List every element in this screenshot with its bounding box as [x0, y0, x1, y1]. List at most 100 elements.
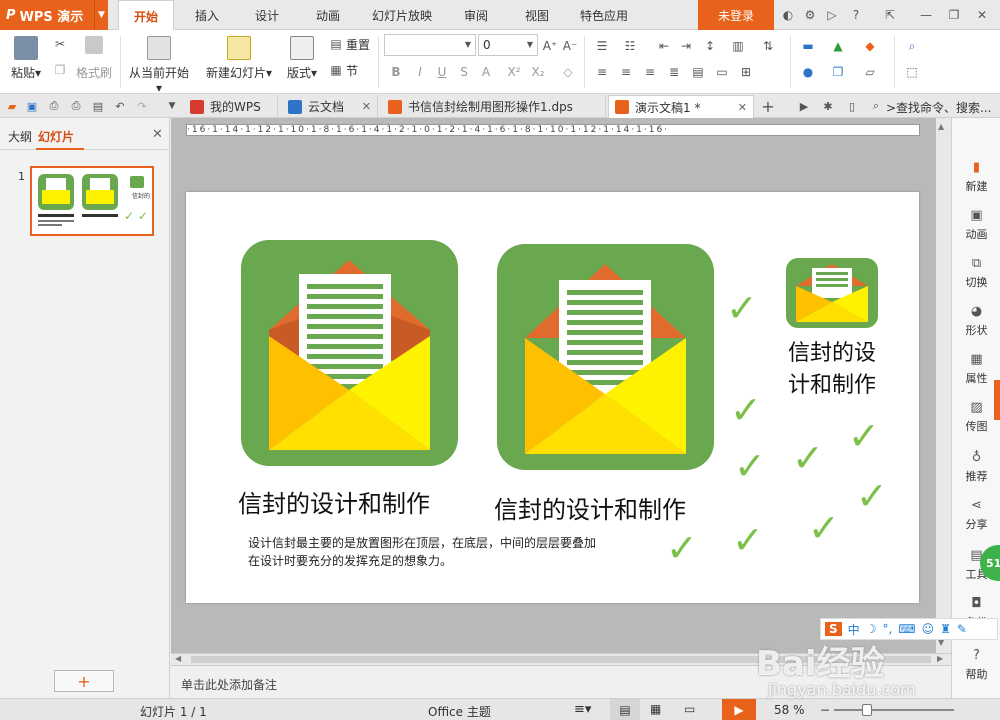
- tab-review[interactable]: 审阅: [446, 0, 506, 30]
- slideshow-play-icon[interactable]: ▶: [796, 98, 812, 114]
- command-search-input[interactable]: >查找命令、搜索...: [886, 99, 992, 116]
- minimize-icon[interactable]: —: [918, 7, 934, 23]
- sidebar-item-recommend[interactable]: ♁ 推荐: [952, 448, 1000, 484]
- user-icon[interactable]: ☺: [922, 622, 935, 636]
- skin-icon[interactable]: ◐: [780, 7, 796, 23]
- text-box-icon[interactable]: ▭: [714, 64, 730, 80]
- bullets-icon[interactable]: ☰: [594, 38, 610, 54]
- strike-button[interactable]: S: [456, 64, 472, 80]
- maximize-icon[interactable]: ❐: [946, 7, 962, 23]
- scroll-up-icon[interactable]: ▲: [938, 122, 944, 131]
- close-icon[interactable]: ✕: [152, 127, 163, 142]
- slide-title-2[interactable]: 信封的设计和制作: [494, 490, 686, 525]
- chevron-down-icon[interactable]: ▼: [164, 98, 180, 114]
- grow-font-icon[interactable]: A⁺: [542, 38, 558, 54]
- sogou-icon[interactable]: S: [825, 622, 842, 636]
- chinese-mode-icon[interactable]: 中: [848, 621, 860, 638]
- tab-slides[interactable]: 幻灯片: [38, 128, 74, 145]
- wrench-icon[interactable]: ✎: [957, 622, 967, 636]
- sidebar-item-properties[interactable]: ▦ 属性: [952, 350, 1000, 386]
- cut-icon[interactable]: ✂: [52, 36, 68, 52]
- arrange-icon[interactable]: ❐: [830, 64, 846, 80]
- tab-my-wps[interactable]: 我的WPS: [184, 95, 278, 118]
- notes-toggle-icon[interactable]: ≡▾: [574, 702, 591, 717]
- close-icon[interactable]: ✕: [974, 7, 990, 23]
- subscript-button[interactable]: X₂: [530, 64, 546, 80]
- export-pdf-icon[interactable]: ▤: [90, 98, 106, 114]
- undo-icon[interactable]: ↶: [112, 98, 128, 114]
- new-tab-icon[interactable]: +: [760, 97, 776, 116]
- tools-icon[interactable]: ✱: [820, 98, 836, 114]
- align-right-icon[interactable]: ≡: [642, 64, 658, 80]
- tab-insert[interactable]: 插入: [178, 0, 236, 30]
- chevron-down-icon[interactable]: ▼: [94, 0, 108, 30]
- envelope-icon-large-1[interactable]: [241, 240, 458, 466]
- mobile-icon[interactable]: ▯: [844, 98, 860, 114]
- search-icon[interactable]: ⌕: [868, 98, 884, 114]
- slide-description[interactable]: 设计信封最主要的是放置图形在顶层，在底层，中间的层层要叠加 在设计时要充分的发挥…: [248, 534, 596, 570]
- italic-button[interactable]: I: [412, 64, 428, 80]
- add-slide-button[interactable]: +: [54, 670, 114, 692]
- skin-icon[interactable]: ♜: [940, 622, 951, 636]
- print-preview-icon[interactable]: ⎙: [46, 98, 62, 114]
- select-icon[interactable]: ⬚: [904, 64, 920, 80]
- decrease-indent-icon[interactable]: ⇤: [656, 38, 672, 54]
- vertical-scrollbar[interactable]: ▲ ▼: [936, 118, 951, 653]
- sidebar-item-animation[interactable]: ▣ 动画: [952, 206, 1000, 242]
- help-icon[interactable]: ?: [848, 7, 864, 23]
- normal-view-icon[interactable]: ▤: [610, 699, 640, 720]
- increase-indent-icon[interactable]: ⇥: [678, 38, 694, 54]
- tab-cloud-docs[interactable]: 云文档 ✕: [282, 95, 378, 118]
- picture-icon[interactable]: ▲: [830, 38, 846, 54]
- font-name-select[interactable]: ▼: [384, 34, 476, 56]
- reset-button[interactable]: 重置: [346, 36, 370, 53]
- text-direction-icon[interactable]: ⇅: [760, 38, 776, 54]
- tab-special[interactable]: 特色应用: [568, 0, 640, 30]
- keyboard-icon[interactable]: ⌨: [898, 622, 915, 636]
- numbering-icon[interactable]: ☷: [622, 38, 638, 54]
- align-left-icon[interactable]: ≡: [594, 64, 610, 80]
- new-slide-button[interactable]: 新建幻灯片▾: [204, 36, 274, 81]
- share-icon[interactable]: ▷: [824, 7, 840, 23]
- reading-view-icon[interactable]: ▭: [684, 702, 695, 716]
- close-icon[interactable]: ✕: [738, 101, 747, 114]
- tab-view[interactable]: 视图: [508, 0, 566, 30]
- app-menu-button[interactable]: P WPS 演示 ▼: [0, 0, 108, 30]
- sidebar-item-upload-image[interactable]: ▨ 传图: [952, 398, 1000, 434]
- redo-icon[interactable]: ↷: [134, 98, 150, 114]
- clear-format-icon[interactable]: ◇: [560, 64, 576, 80]
- shape-fill-icon[interactable]: ▬: [800, 38, 816, 54]
- find-icon[interactable]: ⌕: [904, 38, 920, 54]
- from-current-button[interactable]: 从当前开始▾: [126, 36, 192, 95]
- save-icon[interactable]: ▣: [24, 98, 40, 114]
- tab-design[interactable]: 设计: [238, 0, 296, 30]
- section-button[interactable]: 节: [346, 62, 358, 79]
- envelope-icon-large-2[interactable]: [497, 244, 714, 470]
- slide-canvas[interactable]: 信封的设计和制作 信封的设计和制作 信封的设计和制作 设计信封最主要的是放置图形…: [186, 192, 919, 603]
- superscript-button[interactable]: X²: [506, 64, 522, 80]
- punctuation-icon[interactable]: °,: [882, 622, 892, 636]
- layout-button[interactable]: 版式▾: [284, 36, 320, 81]
- sidebar-item-share[interactable]: ⋖ 分享: [952, 496, 1000, 532]
- vertical-align-icon[interactable]: ⊞: [738, 64, 754, 80]
- login-button[interactable]: 未登录: [698, 0, 774, 30]
- settings-icon[interactable]: ⚙: [802, 7, 818, 23]
- play-slideshow-button[interactable]: ▶: [722, 699, 756, 720]
- font-size-select[interactable]: 0 ▼: [478, 34, 538, 56]
- zoom-slider[interactable]: [834, 704, 954, 716]
- restore-ribbon-icon[interactable]: ⇱: [882, 7, 898, 23]
- envelope-icon-small[interactable]: [786, 258, 878, 328]
- slide-thumbnail[interactable]: 信封的 ✓ ✓: [30, 166, 154, 236]
- reset-icon[interactable]: ▤: [328, 36, 344, 52]
- shrink-font-icon[interactable]: A⁻: [562, 38, 578, 54]
- open-folder-icon[interactable]: ▰: [4, 98, 20, 114]
- slide-title-1[interactable]: 信封的设计和制作: [238, 484, 430, 519]
- slide-title-small[interactable]: 信封的设计和制作: [788, 338, 888, 402]
- pane-toggle-handle[interactable]: [994, 380, 1000, 420]
- tab-home[interactable]: 开始: [118, 0, 174, 31]
- close-icon[interactable]: ✕: [362, 100, 371, 113]
- fill-bucket-icon[interactable]: ◆: [862, 38, 878, 54]
- bold-button[interactable]: B: [388, 64, 404, 80]
- sidebar-item-transition[interactable]: ⧉ 切换: [952, 254, 1000, 290]
- tab-envelope-file[interactable]: 书信信封绘制用图形操作1.dps: [382, 95, 606, 118]
